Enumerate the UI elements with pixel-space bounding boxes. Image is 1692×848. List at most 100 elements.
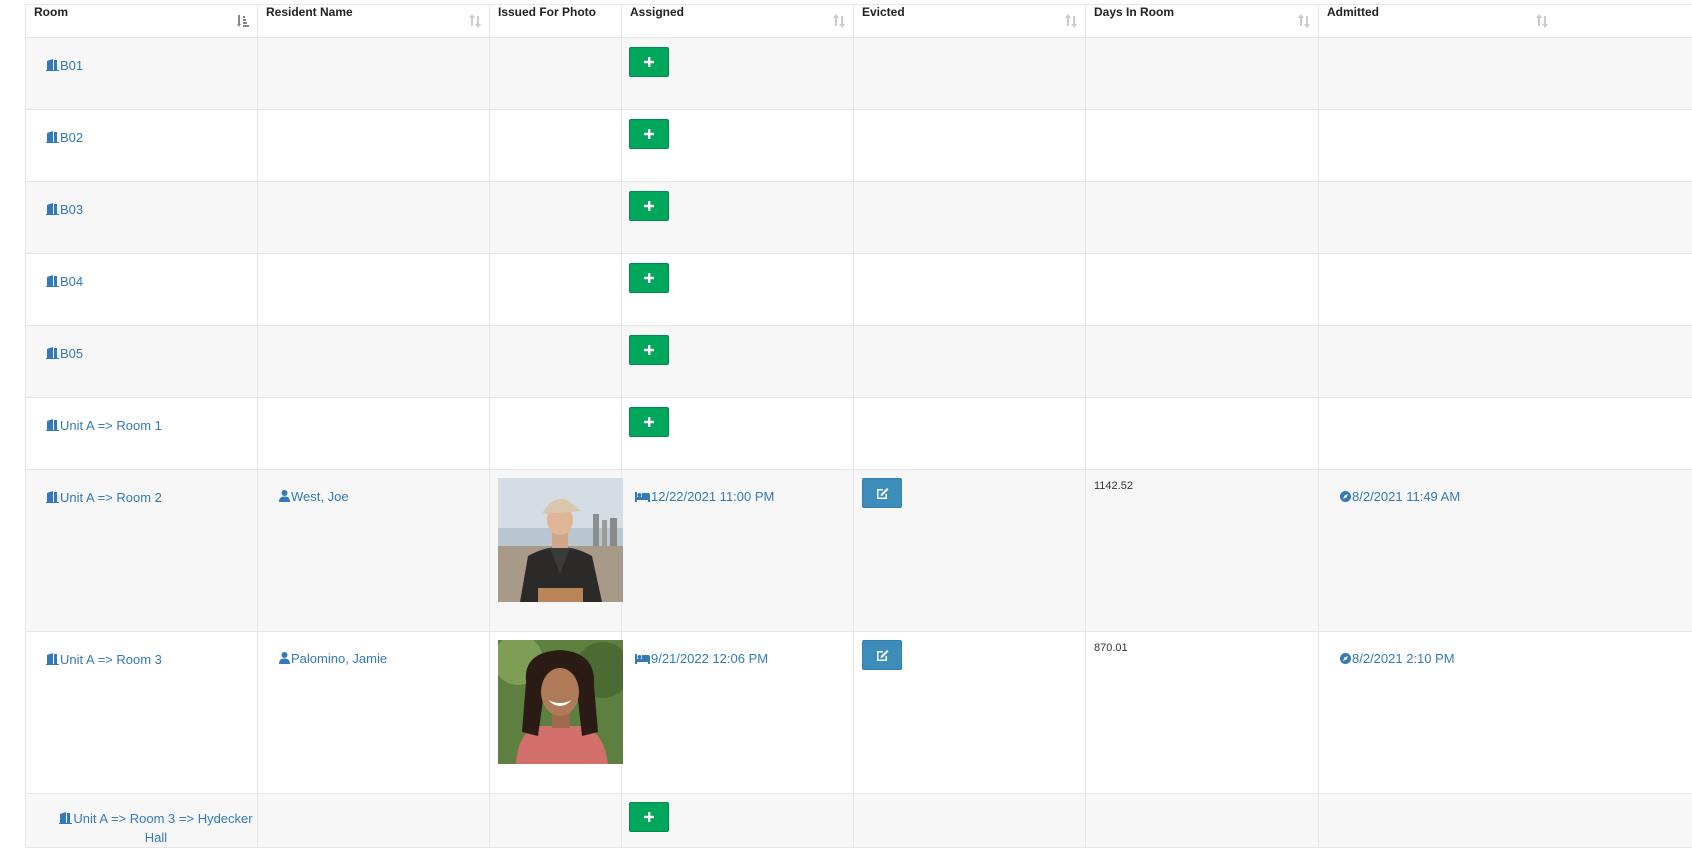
sort-icon[interactable] (1298, 14, 1310, 28)
column-header-resident-name[interactable]: Resident Name (258, 5, 490, 38)
room-link[interactable]: B05 (46, 346, 83, 361)
room-link[interactable]: Unit A => Room 1 (46, 418, 162, 433)
door-open-icon (46, 347, 59, 362)
assigned-date: 9/21/2022 12:06 PM (651, 651, 768, 666)
room-link[interactable]: B01 (46, 58, 83, 73)
room-link[interactable]: Unit A => Room 3 (46, 652, 162, 667)
photo-cell (490, 632, 622, 794)
compass-icon (1340, 652, 1351, 667)
assigned-link[interactable]: 9/21/2022 12:06 PM (635, 651, 768, 666)
admitted-date: 8/2/2021 2:10 PM (1352, 651, 1455, 666)
admitted-date: 8/2/2021 11:49 AM (1352, 489, 1460, 504)
assigned-cell (622, 326, 854, 398)
room-link[interactable]: B04 (46, 274, 83, 289)
photo-cell (490, 794, 622, 848)
admitted-cell: 8/2/2021 2:10 PM (1319, 632, 1692, 794)
add-assignment-button[interactable] (629, 335, 669, 365)
resident-link[interactable]: Palomino, Jamie (279, 651, 387, 666)
room-cell: B03 (26, 182, 258, 254)
room-label: B02 (60, 130, 83, 145)
column-header-label: Evicted (862, 5, 905, 19)
add-assignment-button[interactable] (629, 191, 669, 221)
table-header-row: Room Resident Name Issued For Photo Assi… (26, 5, 1692, 38)
column-header-room[interactable]: Room (26, 5, 258, 38)
admitted-link[interactable]: 8/2/2021 2:10 PM (1340, 651, 1455, 666)
room-label: Unit A => Room 2 (60, 490, 162, 505)
evicted-cell (854, 38, 1086, 110)
photo-cell (490, 110, 622, 182)
door-open-icon (59, 811, 72, 829)
door-open-icon (46, 59, 59, 74)
plus-icon (644, 201, 654, 211)
photo-cell (490, 470, 622, 632)
column-header-evicted[interactable]: Evicted (854, 5, 1086, 38)
admitted-cell (1319, 326, 1692, 398)
compass-icon (1340, 490, 1351, 505)
table-row: Unit A => Room 1 (26, 398, 1692, 470)
plus-icon (644, 273, 654, 283)
days-cell (1086, 254, 1319, 326)
table-row: B01 (26, 38, 1692, 110)
plus-icon (644, 812, 654, 822)
room-label: B03 (60, 202, 83, 217)
room-link[interactable]: B02 (46, 130, 83, 145)
room-cell: B04 (26, 254, 258, 326)
resident-cell: West, Joe (258, 470, 490, 632)
assigned-cell (622, 254, 854, 326)
sort-icon[interactable] (469, 14, 481, 28)
column-header-label: Resident Name (266, 5, 353, 19)
column-header-assigned[interactable]: Assigned (622, 5, 854, 38)
evicted-cell (854, 326, 1086, 398)
resident-name: Palomino, Jamie (291, 651, 387, 666)
column-header-label: Issued For Photo (498, 5, 596, 19)
admitted-link[interactable]: 8/2/2021 11:49 AM (1340, 489, 1460, 504)
column-header-days-in-room[interactable]: Days In Room (1086, 5, 1319, 38)
add-assignment-button[interactable] (629, 119, 669, 149)
days-cell: 1142.52 (1086, 470, 1319, 632)
room-link[interactable]: Unit A => Room 3 => Hydecker Hall (59, 811, 252, 845)
room-link[interactable]: Unit A => Room 2 (46, 490, 162, 505)
resident-cell (258, 182, 490, 254)
admitted-cell (1319, 182, 1692, 254)
assigned-cell (622, 182, 854, 254)
edit-eviction-button[interactable] (862, 478, 902, 508)
room-label: Unit A => Room 3 (60, 652, 162, 667)
admitted-cell (1319, 794, 1692, 848)
evicted-cell (854, 254, 1086, 326)
photo-cell (490, 398, 622, 470)
room-link[interactable]: B03 (46, 202, 83, 217)
days-cell (1086, 398, 1319, 470)
edit-eviction-button[interactable] (862, 640, 902, 670)
column-header-admitted[interactable]: Admitted (1319, 5, 1692, 38)
assigned-date: 12/22/2021 11:00 PM (651, 489, 774, 504)
evicted-cell (854, 182, 1086, 254)
assigned-link[interactable]: 12/22/2021 11:00 PM (635, 489, 774, 504)
sort-icon[interactable] (833, 14, 845, 28)
resident-cell (258, 254, 490, 326)
admitted-cell: 8/2/2021 11:49 AM (1319, 470, 1692, 632)
photo-cell (490, 38, 622, 110)
column-header-label: Assigned (630, 5, 684, 19)
photo-cell (490, 254, 622, 326)
resident-photo[interactable] (498, 640, 623, 764)
room-cell: Unit A => Room 3 (26, 632, 258, 794)
sort-icon[interactable] (1536, 14, 1548, 28)
assigned-cell (622, 794, 854, 848)
resident-photo[interactable] (498, 478, 623, 602)
room-cell: B05 (26, 326, 258, 398)
add-assignment-button[interactable] (629, 802, 669, 832)
sort-icon[interactable] (1065, 14, 1077, 28)
room-cell: Unit A => Room 3 => Hydecker Hall (26, 794, 258, 848)
resident-link[interactable]: West, Joe (279, 489, 349, 504)
admitted-cell (1319, 398, 1692, 470)
table-row: Unit A => Room 3 Palomino, Jamie 9/21/20… (26, 632, 1692, 794)
plus-icon (644, 129, 654, 139)
edit-icon (876, 487, 889, 499)
column-header-label: Room (34, 5, 68, 19)
add-assignment-button[interactable] (629, 407, 669, 437)
add-assignment-button[interactable] (629, 47, 669, 77)
plus-icon (644, 417, 654, 427)
column-header-label: Admitted (1327, 5, 1379, 19)
sort-ascending-icon[interactable] (237, 14, 249, 28)
add-assignment-button[interactable] (629, 263, 669, 293)
